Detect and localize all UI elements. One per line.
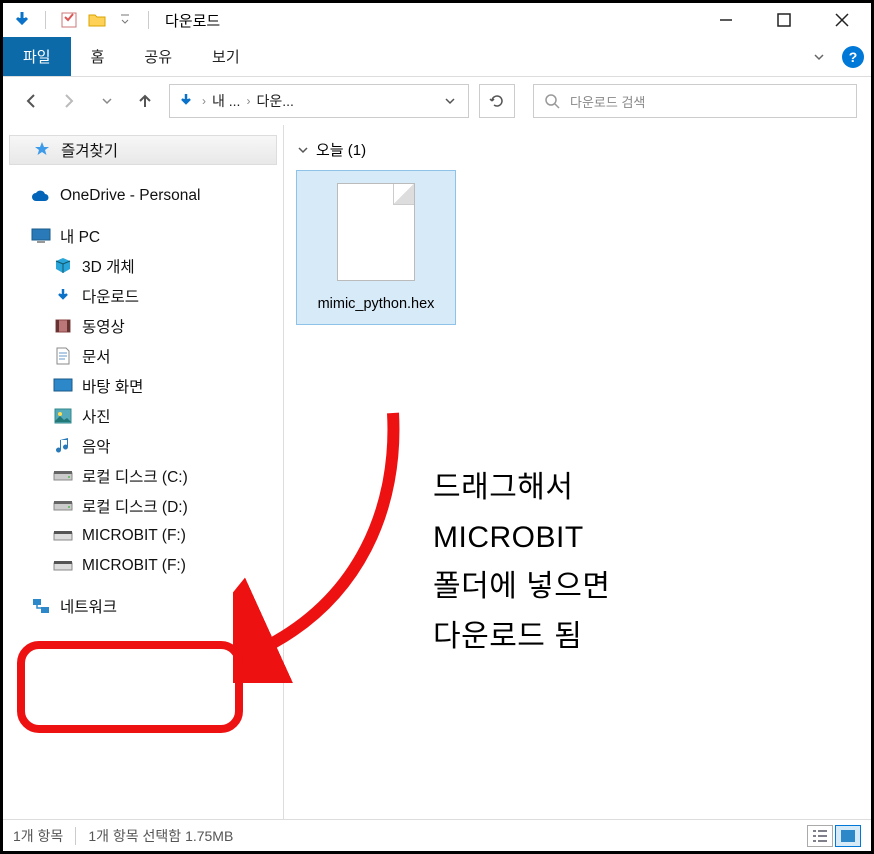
tab-share[interactable]: 공유 [124,37,192,76]
download-arrow-icon [53,286,73,306]
music-icon [53,436,73,456]
file-name: mimic_python.hex [318,295,435,314]
tree-network[interactable]: 네트워크 [9,591,277,621]
network-icon [31,596,51,616]
status-selection: 1개 항목 선택함 1.75MB [88,826,233,846]
folder-icon[interactable] [86,9,108,31]
tree-3d-objects[interactable]: 3D 개체 [9,251,277,281]
tree-downloads[interactable]: 다운로드 [9,281,277,311]
file-icon [337,183,415,281]
breadcrumb-segment[interactable]: 내 ... [212,91,240,111]
picture-icon [53,406,73,426]
usb-drive-icon [53,556,73,576]
tree-label: 음악 [82,435,111,457]
search-box[interactable]: 다운로드 검색 [533,84,857,118]
window-title: 다운로드 [165,10,220,31]
download-folder-icon [176,91,196,111]
ribbon-collapse-icon[interactable] [803,37,835,76]
tree-label: MICROBIT (F:) [82,527,186,545]
group-label: 오늘 (1) [316,139,366,160]
view-mode-buttons [807,825,861,847]
tab-home[interactable]: 홈 [71,37,125,76]
usb-drive-icon [53,526,73,546]
tree-label: 사진 [82,405,111,427]
address-dropdown-icon[interactable] [438,95,462,107]
monitor-icon [31,226,51,246]
tree-label: 3D 개체 [82,255,135,277]
tree-onedrive[interactable]: OneDrive - Personal [9,181,277,211]
tree-label: 즐겨찾기 [61,139,118,161]
tree-label: 동영상 [82,315,125,337]
tree-label: 로컬 디스크 (D:) [82,495,188,517]
help-icon: ? [842,46,864,68]
annotation-text: 드래그해서 MICROBIT 폴더에 넣으면 다운로드 됨 [433,463,610,661]
navigation-bar: › 내 ... › 다운... 다운로드 검색 [3,77,871,125]
tree-label: 문서 [82,345,111,367]
tree-quick-access[interactable]: 즐겨찾기 [9,135,277,165]
properties-icon[interactable] [58,9,80,31]
breadcrumb-segment[interactable]: 다운... [256,91,293,111]
tree-local-disk-d[interactable]: 로컬 디스크 (D:) [9,491,277,521]
refresh-button[interactable] [479,84,515,118]
back-button[interactable] [17,87,45,115]
chevron-right-icon[interactable]: › [202,94,206,108]
drive-icon [53,496,73,516]
tree-label: 바탕 화면 [82,375,143,397]
tree-label: 내 PC [60,225,100,247]
tree-label: 로컬 디스크 (C:) [82,465,188,487]
tree-label: MICROBIT (F:) [82,557,186,575]
window-controls [697,3,871,37]
document-icon [53,346,73,366]
annotation-line: 폴더에 넣으면 [433,562,610,612]
up-button[interactable] [131,87,159,115]
navigation-tree: 즐겨찾기 OneDrive - Personal 내 PC 3D 개체 다운로드… [3,125,283,825]
desktop-icon [53,376,73,396]
chevron-right-icon[interactable]: › [246,94,250,108]
address-bar[interactable]: › 내 ... › 다운... [169,84,469,118]
tree-local-disk-c[interactable]: 로컬 디스크 (C:) [9,461,277,491]
tab-view[interactable]: 보기 [192,37,260,76]
tree-label: OneDrive - Personal [60,187,200,205]
chevron-down-icon[interactable] [296,143,310,157]
download-arrow-icon[interactable] [11,9,33,31]
minimize-button[interactable] [697,3,755,37]
help-button[interactable]: ? [835,37,871,76]
cube-icon [53,256,73,276]
status-item-count: 1개 항목 [13,826,63,846]
search-placeholder: 다운로드 검색 [570,92,645,111]
tree-microbit-f[interactable]: MICROBIT (F:) [9,551,277,581]
tab-file[interactable]: 파일 [3,37,71,76]
tree-documents[interactable]: 문서 [9,341,277,371]
recent-dropdown-icon[interactable] [93,87,121,115]
qat-dropdown-icon[interactable] [114,9,136,31]
star-icon [32,140,52,160]
group-header[interactable]: 오늘 (1) [296,139,859,160]
maximize-button[interactable] [755,3,813,37]
drive-icon [53,466,73,486]
quick-access-toolbar [11,9,155,31]
annotation-line: 드래그해서 [433,463,610,513]
tree-pictures[interactable]: 사진 [9,401,277,431]
thumbnails-view-button[interactable] [835,825,861,847]
status-bar: 1개 항목 1개 항목 선택함 1.75MB [3,819,871,851]
ribbon-tabs: 파일 홈 공유 보기 ? [3,37,871,77]
tree-label: 다운로드 [82,285,139,307]
tree-desktop[interactable]: 바탕 화면 [9,371,277,401]
search-icon [544,93,560,109]
film-icon [53,316,73,336]
cloud-icon [31,186,51,206]
annotation-line: MICROBIT [433,513,610,563]
tree-videos[interactable]: 동영상 [9,311,277,341]
annotation-line: 다운로드 됨 [433,612,610,662]
titlebar: 다운로드 [3,3,871,37]
tree-label: 네트워크 [60,595,117,617]
file-item-selected[interactable]: mimic_python.hex [296,170,456,325]
forward-button[interactable] [55,87,83,115]
tree-this-pc[interactable]: 내 PC [9,221,277,251]
tree-music[interactable]: 음악 [9,431,277,461]
close-button[interactable] [813,3,871,37]
details-view-button[interactable] [807,825,833,847]
tree-microbit-f[interactable]: MICROBIT (F:) [9,521,277,551]
